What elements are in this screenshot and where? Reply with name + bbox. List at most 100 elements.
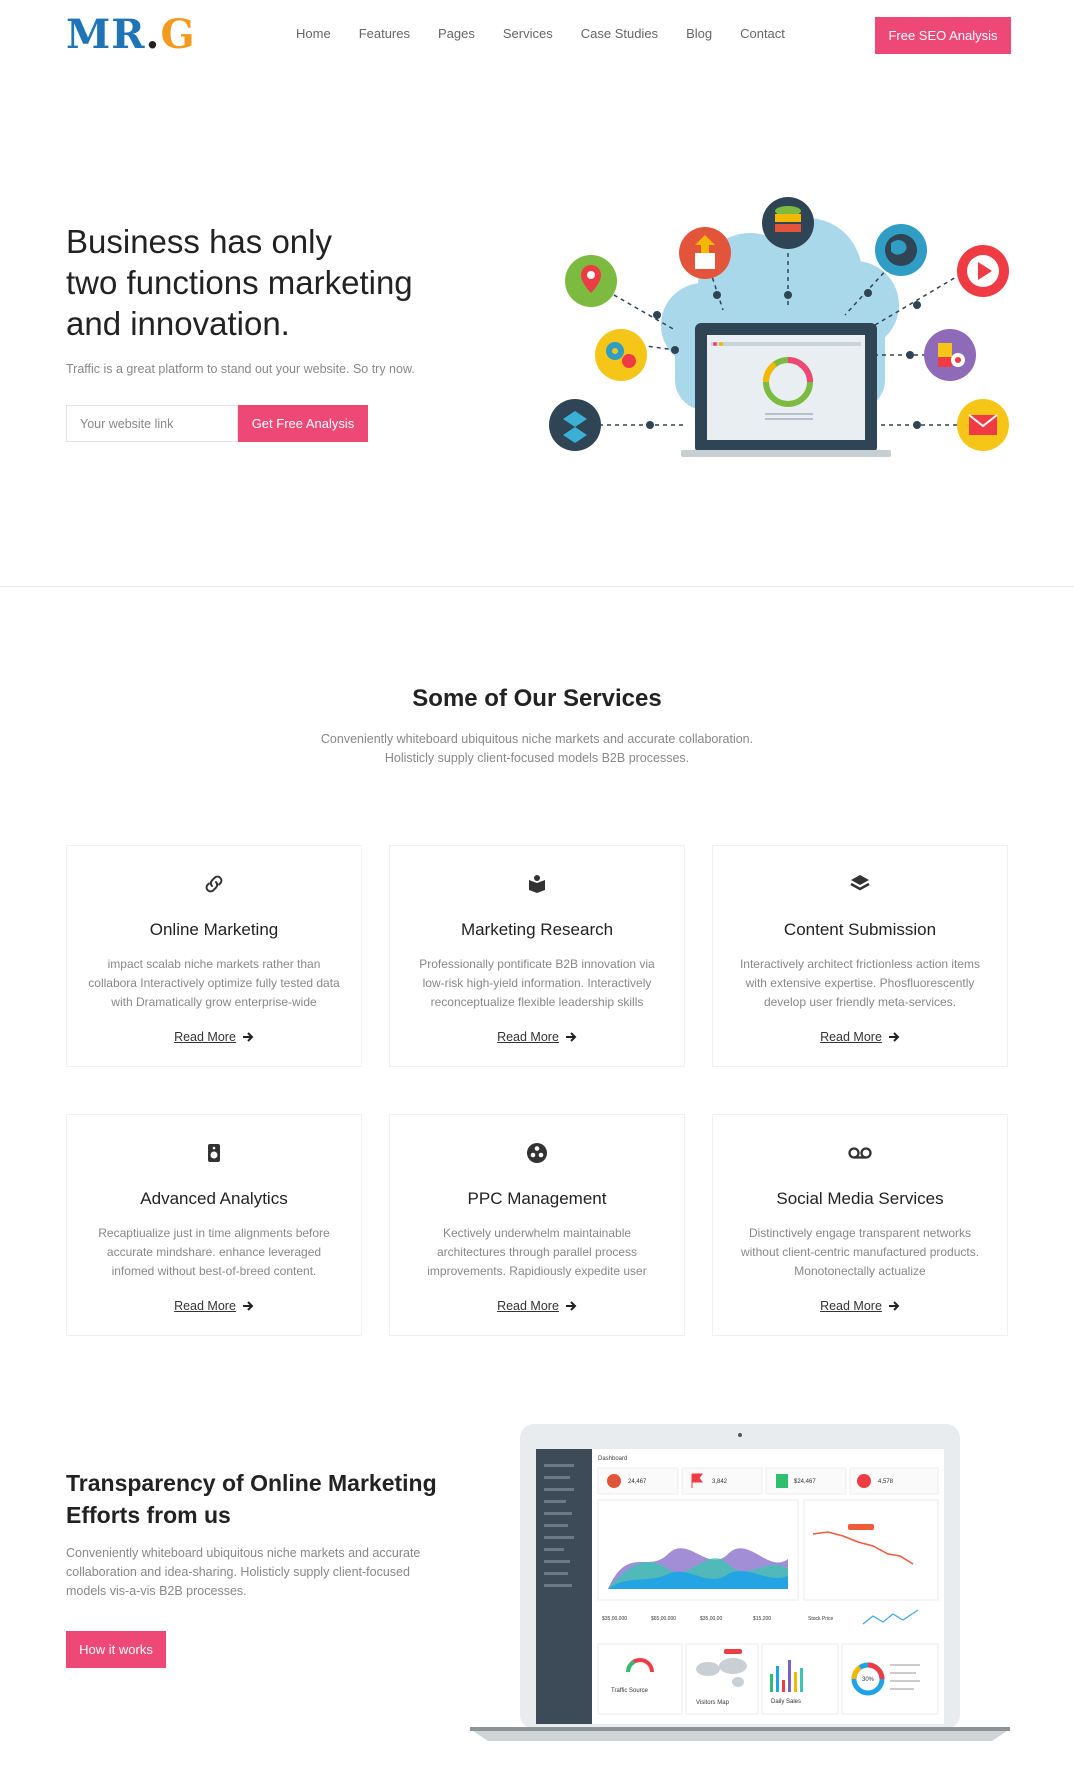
transparency-title-line-1: Transparency of Online Marketing bbox=[66, 1470, 437, 1496]
read-more-label: Read More bbox=[497, 1299, 559, 1313]
arrow-right-icon bbox=[888, 1032, 900, 1042]
desc-line: with extensive expertise. Phosfluorescen… bbox=[745, 976, 975, 990]
read-more-link[interactable]: Read More bbox=[67, 1030, 361, 1044]
email-icon bbox=[957, 399, 1009, 451]
stat-value-4: 4,578 bbox=[878, 1479, 894, 1485]
stock-price-label: Stock Price bbox=[808, 1616, 834, 1622]
hero-title-line-3: and innovation. bbox=[66, 305, 290, 342]
nav-services[interactable]: Services bbox=[489, 24, 567, 44]
dashboard-laptop-illustration: Dashboard 24,467 3,842 $24,467 4,578 $35… bbox=[470, 1424, 1010, 1741]
desc-line: models vis-a-vis B2B processes. bbox=[66, 1584, 247, 1598]
read-more-link[interactable]: Read More bbox=[713, 1030, 1007, 1044]
play-icon bbox=[957, 245, 1009, 297]
main-nav: Home Features Pages Services Case Studie… bbox=[282, 24, 799, 44]
traffic-source-label: Traffic Source bbox=[611, 1688, 649, 1694]
get-free-analysis-button[interactable]: Get Free Analysis bbox=[238, 405, 368, 442]
nav-pages[interactable]: Pages bbox=[424, 24, 489, 44]
services-title: Some of Our Services bbox=[412, 685, 662, 712]
read-more-label: Read More bbox=[174, 1299, 236, 1313]
dashboard-heading: Dashboard bbox=[598, 1456, 627, 1462]
arrow-right-icon bbox=[242, 1301, 254, 1311]
logo-g: G bbox=[160, 11, 196, 58]
layers-icon bbox=[850, 875, 870, 891]
desc-line: architectures through parallel process bbox=[436, 1245, 638, 1259]
services-subtitle-line-2: Holisticly supply client-focused models … bbox=[384, 751, 690, 765]
stat-value-2: 3,842 bbox=[712, 1479, 728, 1485]
visitors-map-label: Visitors Map bbox=[696, 1700, 730, 1706]
hero-title-line-2: two functions marketing bbox=[66, 264, 413, 301]
arrow-right-icon bbox=[888, 1301, 900, 1311]
hero-title-line-1: Business has only bbox=[66, 223, 332, 260]
stat-value-1: 24,467 bbox=[628, 1479, 647, 1485]
logo-mr: MR bbox=[66, 11, 146, 58]
bottom-stat-4: $15,200 bbox=[753, 1616, 771, 1622]
read-more-label: Read More bbox=[174, 1030, 236, 1044]
how-it-works-button[interactable]: How it works bbox=[66, 1631, 166, 1668]
desc-line: accurate mindshare. enhance leveraged bbox=[106, 1245, 322, 1259]
desc-line: Distinctively engage transparent network… bbox=[748, 1226, 972, 1240]
service-card-title: PPC Management bbox=[467, 1189, 607, 1208]
nav-blog[interactable]: Blog bbox=[672, 24, 726, 44]
desc-line: with Dramatically grow enterprise-wide bbox=[111, 995, 317, 1009]
daily-sales-label: Daily Sales bbox=[771, 1699, 801, 1705]
desc-line: improvements. Rapidiously expedite user bbox=[427, 1264, 647, 1278]
dropbox-icon bbox=[549, 399, 601, 451]
arrow-right-icon bbox=[565, 1301, 577, 1311]
service-card-title: Marketing Research bbox=[460, 920, 614, 939]
service-card-desc: impact scalab niche markets rather than c… bbox=[87, 955, 341, 1012]
logo[interactable]: MR.G bbox=[66, 12, 196, 58]
nav-contact[interactable]: Contact bbox=[726, 24, 799, 44]
service-card-title: Online Marketing bbox=[149, 920, 279, 939]
desc-line: collaboration and idea-sharing. Holistic… bbox=[66, 1565, 410, 1579]
arrow-right-icon bbox=[242, 1032, 254, 1042]
upload-icon bbox=[679, 227, 731, 279]
desc-line: infomed without best-of-breed content. bbox=[111, 1264, 317, 1278]
read-more-link[interactable]: Read More bbox=[390, 1299, 684, 1313]
nav-home[interactable]: Home bbox=[282, 24, 345, 44]
desc-line: Conveniently whiteboard ubiquitous niche… bbox=[66, 1546, 421, 1560]
service-card-marketing-research: Marketing Research Professionally pontif… bbox=[389, 845, 685, 1067]
desc-line: without client-centric manufactured prod… bbox=[740, 1245, 980, 1259]
logo-dot: . bbox=[145, 11, 161, 58]
free-seo-analysis-button[interactable]: Free SEO Analysis bbox=[875, 17, 1011, 54]
transparency-description: Conveniently whiteboard ubiquitous niche… bbox=[66, 1544, 436, 1601]
desc-line: Monotonectally actualize bbox=[794, 1264, 926, 1278]
hero-title: Business has only two functions marketin… bbox=[66, 221, 466, 344]
map-pin-icon bbox=[565, 255, 617, 307]
website-link-input[interactable] bbox=[66, 405, 238, 442]
transparency-title-line-2: Efforts from us bbox=[66, 1502, 231, 1528]
service-card-title: Content Submission bbox=[783, 920, 937, 939]
desc-line: Professionally pontificate B2B innovatio… bbox=[419, 957, 655, 971]
service-card-desc: Interactively architect frictionless act… bbox=[733, 955, 987, 1012]
section-divider bbox=[0, 586, 1074, 587]
read-more-link[interactable]: Read More bbox=[713, 1299, 1007, 1313]
bottom-stat-2: $65,00,000 bbox=[651, 1616, 676, 1622]
database-icon bbox=[762, 197, 814, 249]
film-reel-icon bbox=[527, 1143, 547, 1163]
service-card-social-media-services: Social Media Services Distinctively enga… bbox=[712, 1114, 1008, 1336]
desc-line: reconceptualize flexible leadership skil… bbox=[430, 995, 644, 1009]
desc-line: develop user friendly meta-services. bbox=[763, 995, 957, 1009]
read-more-link[interactable]: Read More bbox=[390, 1030, 684, 1044]
book-icon bbox=[529, 875, 545, 893]
gears-icon bbox=[595, 329, 647, 381]
desc-line: collabora Interactively optimize fully t… bbox=[88, 976, 340, 990]
service-card-advanced-analytics: Advanced Analytics Recaptiualize just in… bbox=[66, 1114, 362, 1336]
read-more-label: Read More bbox=[820, 1030, 882, 1044]
laptop-icon bbox=[681, 323, 891, 457]
service-card-ppc-management: PPC Management Kectively underwhelm main… bbox=[389, 1114, 685, 1336]
read-more-link[interactable]: Read More bbox=[67, 1299, 361, 1313]
arrow-right-icon bbox=[565, 1032, 577, 1042]
puzzle-icon bbox=[924, 329, 976, 381]
nav-case-studies[interactable]: Case Studies bbox=[567, 24, 672, 44]
desc-line: low-risk high-yield information. Interac… bbox=[422, 976, 652, 990]
nav-features[interactable]: Features bbox=[345, 24, 424, 44]
desc-line: Kectively underwhelm maintainable bbox=[442, 1226, 632, 1240]
service-card-content-submission: Content Submission Interactively archite… bbox=[712, 845, 1008, 1067]
donut-value: 30% bbox=[862, 1677, 875, 1683]
service-card-desc: Kectively underwhelm maintainable archite… bbox=[410, 1224, 664, 1281]
service-card-title: Social Media Services bbox=[776, 1189, 944, 1208]
service-card-online-marketing: Online Marketing impact scalab niche mar… bbox=[66, 845, 362, 1067]
services-subtitle-line-1: Conveniently whiteboard ubiquitous niche… bbox=[320, 732, 754, 746]
link-icon bbox=[205, 875, 223, 893]
